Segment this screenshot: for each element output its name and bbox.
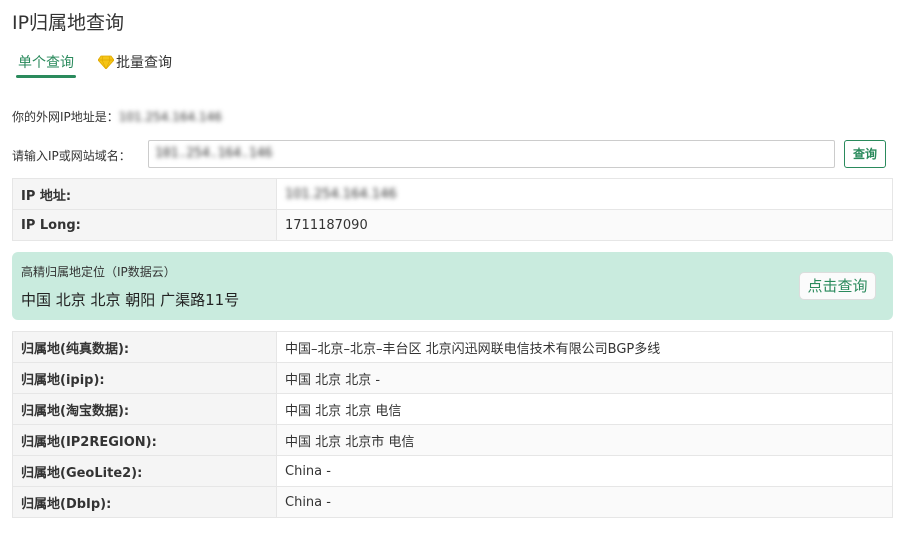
ip-query-input[interactable]: 101.254.164.146 [148,140,835,168]
table-row: 归属地(DbIp): China - [12,486,893,518]
ip-address-key: IP 地址: [12,178,277,210]
ip-long-value: 1711187090 [276,209,893,241]
basic-info-table: IP 地址: 101.254.164.146 IP Long: 17111870… [12,178,893,241]
tab-batch-query[interactable]: 批量查询 [98,52,172,72]
geo-query-button[interactable]: 点击查询 [799,272,876,300]
tab-bar: 单个查询 批量查询 [12,50,412,80]
source-value: China - [276,455,893,487]
table-row: 归属地(纯真数据): 中国–北京–北京–丰台区 北京闪迅网联电信技术有限公司BG… [12,331,893,363]
source-key: 归属地(纯真数据): [12,331,277,363]
tab-single-query[interactable]: 单个查询 [16,52,76,78]
source-value: 中国 北京 北京市 电信 [276,424,893,456]
source-key: 归属地(DbIp): [12,486,277,518]
geo-location: 中国 北京 北京 朝阳 广渠路11号 [21,291,240,309]
table-row: 归属地(IP2REGION): 中国 北京 北京市 电信 [12,424,893,456]
source-key: 归属地(淘宝数据): [12,393,277,425]
diamond-icon [98,55,114,69]
query-button[interactable]: 查询 [844,140,886,168]
ip-address-value: 101.254.164.146 [276,178,893,210]
my-ip-line: 你的外网IP地址是：101.254.164.146 [12,108,222,125]
my-ip-label: 你的外网IP地址是： [12,110,119,124]
query-label: 请输入IP或网站域名： [12,149,131,163]
source-value: China - [276,486,893,518]
table-row: 归属地(GeoLite2): China - [12,455,893,487]
geo-label: 高精归属地定位（IP数据云） [21,265,176,279]
ip-long-key: IP Long: [12,209,277,241]
my-ip-value: 101.254.164.146 [118,110,222,124]
source-value: 中国 北京 北京 - [276,362,893,394]
source-value: 中国–北京–北京–丰台区 北京闪迅网联电信技术有限公司BGP多线 [276,331,893,363]
page-title: IP归属地查询 [12,12,125,34]
source-key: 归属地(IP2REGION): [12,424,277,456]
table-row: 归属地(ipip): 中国 北京 北京 - [12,362,893,394]
table-row: IP Long: 1711187090 [12,209,893,241]
source-key: 归属地(ipip): [12,362,277,394]
ip-query-value: 101.254.164.146 [155,146,273,161]
table-row: 归属地(淘宝数据): 中国 北京 北京 电信 [12,393,893,425]
table-row: IP 地址: 101.254.164.146 [12,178,893,210]
sources-table: 归属地(纯真数据): 中国–北京–北京–丰台区 北京闪迅网联电信技术有限公司BG… [12,331,893,518]
source-value: 中国 北京 北京 电信 [276,393,893,425]
tab-batch-label: 批量查询 [116,55,172,71]
geo-locate-panel: 高精归属地定位（IP数据云） 中国 北京 北京 朝阳 广渠路11号 点击查询 [12,252,893,320]
source-key: 归属地(GeoLite2): [12,455,277,487]
ip-address-text: 101.254.164.146 [285,186,397,202]
